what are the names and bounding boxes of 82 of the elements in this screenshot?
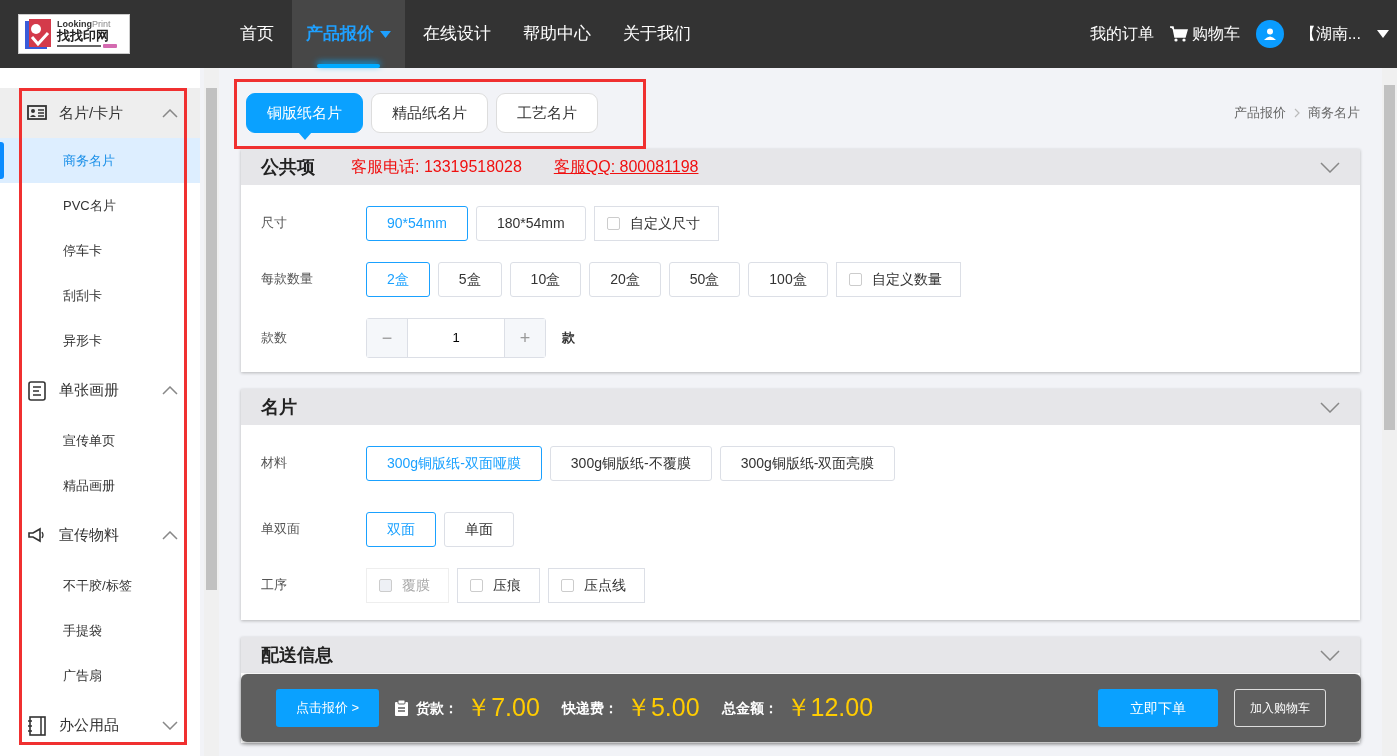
chevron-down-icon [162, 721, 178, 730]
url-line [57, 43, 117, 48]
option-button[interactable]: 100盒 [748, 262, 828, 297]
field-label: 款数 [261, 329, 288, 347]
sidebar-item[interactable]: 精品画册 [0, 463, 200, 508]
field-label: 工序 [261, 576, 288, 594]
sidebar-group[interactable]: 宣传物料 [0, 508, 200, 563]
user-menu[interactable]: 【湖南... [1299, 22, 1389, 46]
add-to-cart-button[interactable]: 加入购物车 [1234, 689, 1326, 727]
logo-wordmark: LookingPrint [57, 20, 112, 30]
section-title: 公共项 [261, 155, 315, 179]
chevron-up-icon [162, 108, 178, 118]
nav-link[interactable]: 帮助中心 [509, 0, 605, 68]
sidebar-group[interactable]: 单张画册 [0, 363, 200, 418]
option-checkbox[interactable]: 压痕 [457, 568, 540, 603]
price-label: 货款： [416, 698, 459, 718]
quantity-field[interactable]: 1 [407, 319, 505, 357]
option-button[interactable]: 50盒 [668, 262, 741, 297]
cart-icon [1169, 26, 1188, 42]
notebook-icon [27, 715, 47, 736]
sidebar-item[interactable]: 广告扇 [0, 653, 200, 698]
sidebar-item[interactable]: 手提袋 [0, 608, 200, 653]
chevron-down-icon [1320, 649, 1340, 661]
sidebar-item[interactable]: 停车卡 [0, 228, 200, 273]
cart-link[interactable]: 购物车 [1169, 22, 1240, 46]
caret-icon [1377, 30, 1389, 38]
section-title: 配送信息 [261, 643, 333, 667]
option-button[interactable]: 单面 [444, 512, 514, 547]
price-value: ￥5.00 [625, 692, 700, 724]
chevron-up-icon [162, 531, 178, 540]
quantity-stepper[interactable]: − 1 + [366, 318, 546, 358]
option-checkbox[interactable]: 自定义尺寸 [593, 206, 719, 241]
chevron-up-icon [162, 386, 178, 395]
id-card-icon [27, 103, 47, 123]
price-label: 总金额： [721, 698, 778, 718]
sidebar-item[interactable]: PVC名片 [0, 183, 200, 228]
field-label: 单双面 [261, 520, 301, 538]
pointer-icon [297, 132, 312, 140]
orders-link[interactable]: 我的订单 [1089, 22, 1154, 46]
phone-text: 客服电话: 13319518028 [351, 157, 522, 177]
selection-marker [0, 142, 4, 179]
field-label: 尺寸 [261, 214, 288, 232]
sidebar-group[interactable]: 办公用品 [0, 698, 200, 753]
option-button[interactable]: 20盒 [589, 262, 661, 297]
document-icon [27, 380, 47, 401]
chevron-down-icon [1320, 161, 1340, 173]
nav-link[interactable]: 在线设计 [409, 0, 505, 68]
breadcrumb-link[interactable]: 商务名片 [1308, 103, 1360, 123]
chevron-down-icon [1320, 401, 1340, 413]
option-checkbox[interactable]: 压点线 [548, 568, 645, 603]
clipboard-icon [395, 700, 409, 716]
product-tab[interactable]: 精品纸名片 [371, 93, 488, 133]
option-button[interactable]: 10盒 [509, 262, 582, 297]
sidebar-item[interactable]: 宣传单页 [0, 418, 200, 463]
field-label: 每款数量 [261, 270, 314, 288]
nav-link[interactable]: 首页 [226, 0, 288, 68]
logo-icon [23, 17, 53, 51]
price-value: ￥7.00 [466, 692, 540, 724]
option-button[interactable]: 180*54mm [475, 206, 586, 241]
nav-link[interactable]: 关于我们 [609, 0, 705, 68]
sidebar-group[interactable]: 名片/卡片 [0, 88, 200, 138]
price-value: ￥12.00 [785, 692, 874, 724]
scrollbar[interactable] [1382, 68, 1397, 756]
option-button[interactable]: 300g铜版纸-双面亮膜 [719, 446, 896, 481]
scrollbar[interactable] [204, 68, 219, 756]
section-title: 名片 [261, 395, 297, 419]
option-button[interactable]: 300g铜版纸-不覆膜 [549, 446, 712, 481]
unit-text: 款 [562, 329, 575, 348]
avatar[interactable] [1255, 20, 1284, 48]
sidebar-item[interactable]: 异形卡 [0, 318, 200, 363]
sidebar-item[interactable]: 不干胶/标签 [0, 563, 200, 608]
product-tab[interactable]: 工艺名片 [496, 93, 598, 133]
logo-name: 找找印网 [57, 29, 110, 44]
qq-link[interactable]: 客服QQ: 800081198 [553, 155, 699, 179]
field-label: 材料 [261, 454, 288, 472]
breadcrumb-link[interactable]: 产品报价 [1234, 103, 1286, 123]
option-checkbox[interactable]: 自定义数量 [835, 262, 961, 297]
sidebar-item[interactable]: 刮刮卡 [0, 273, 200, 318]
chevron-right-icon [1294, 108, 1300, 118]
user-icon [1263, 28, 1276, 40]
price-label: 快递费： [561, 698, 618, 718]
option-button[interactable]: 5盒 [437, 262, 502, 297]
